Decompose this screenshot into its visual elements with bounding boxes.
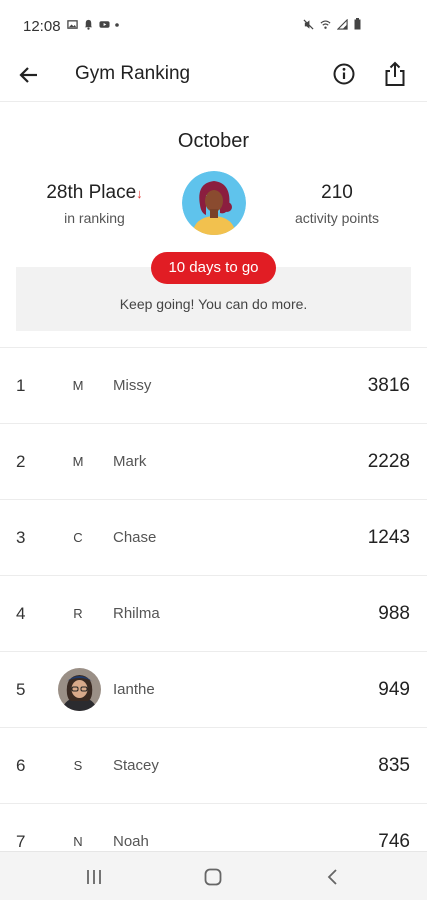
list-item[interactable]: 4 R Rhilma 988: [0, 576, 427, 652]
member-score: 746: [378, 831, 410, 852]
back-icon[interactable]: [322, 866, 344, 888]
list-item[interactable]: 3 C Chase 1243: [0, 500, 427, 576]
member-name: Mark: [113, 453, 147, 470]
points-label: activity points: [294, 210, 380, 226]
home-icon[interactable]: [202, 866, 224, 888]
avatar: [58, 668, 101, 711]
member-name: Chase: [113, 529, 157, 546]
recent-apps-icon[interactable]: [83, 866, 105, 888]
notification-icons: [67, 19, 119, 30]
ranking-place: 28th Place↓ in ranking: [32, 182, 157, 226]
share-icon[interactable]: [382, 60, 408, 88]
system-icons: [303, 18, 361, 30]
member-name: Ianthe: [113, 681, 155, 698]
month-title: October: [177, 130, 250, 152]
rank-number: 6: [16, 756, 26, 775]
list-item[interactable]: 5 Ianthe 949: [0, 652, 427, 728]
youtube-icon: [99, 21, 110, 28]
avatar: [182, 171, 246, 235]
rank-number: 3: [16, 528, 26, 547]
member-name: Stacey: [113, 757, 159, 774]
place-label: in ranking: [64, 210, 125, 226]
trend-down-icon: ↓: [136, 186, 143, 201]
avatar-initial: C: [73, 530, 83, 545]
rank-number: 2: [16, 452, 26, 471]
info-icon[interactable]: [331, 61, 357, 87]
avatar-initial: S: [73, 758, 83, 773]
member-score: 988: [378, 603, 410, 624]
system-nav-bar: [0, 851, 427, 900]
member-name: Missy: [113, 377, 152, 394]
avatar-initial: R: [73, 606, 83, 621]
list-item[interactable]: 1 M Missy 3816: [0, 348, 427, 424]
member-score: 2228: [367, 451, 410, 472]
ranking-list[interactable]: 1 M Missy 3816 2 M Mark 2228 3 C Chase 1…: [0, 347, 427, 880]
user-avatar-icon: [182, 171, 246, 235]
app-bar: Gym Ranking: [0, 48, 427, 102]
mute-icon: [303, 18, 314, 30]
page-title: Gym Ranking: [75, 63, 191, 84]
member-score: 949: [378, 679, 410, 700]
avatar-initial: M: [72, 454, 84, 469]
rank-number: 1: [16, 376, 26, 395]
bell-icon: [84, 19, 93, 30]
days-left-badge: 10 days to go: [151, 252, 276, 284]
activity-points: 210 activity points: [282, 182, 392, 226]
dot-icon: [115, 22, 119, 27]
image-icon: [67, 20, 78, 29]
points-value: 210: [321, 182, 353, 203]
status-time: 12:08: [23, 18, 61, 35]
rank-number: 5: [16, 680, 26, 699]
arrow-left-icon[interactable]: [16, 62, 42, 88]
member-name: Rhilma: [113, 605, 160, 622]
encouragement-text: Keep going! You can do more.: [119, 296, 308, 312]
place-value: 28th Place: [46, 182, 137, 203]
member-score: 1243: [367, 527, 410, 548]
signal-icon: [337, 18, 348, 30]
member-score: 835: [378, 755, 410, 776]
list-item[interactable]: 2 M Mark 2228: [0, 424, 427, 500]
member-score: 3816: [367, 375, 410, 396]
battery-icon: [354, 18, 361, 30]
avatar-initial: N: [73, 834, 83, 849]
rank-number: 4: [16, 604, 26, 623]
list-item[interactable]: 6 S Stacey 835: [0, 728, 427, 804]
rank-number: 7: [16, 832, 26, 851]
profile-photo-icon: [58, 668, 101, 711]
status-bar: 12:08: [0, 0, 427, 54]
wifi-icon: [320, 19, 331, 29]
member-name: Noah: [113, 833, 149, 850]
avatar-initial: M: [72, 378, 84, 393]
